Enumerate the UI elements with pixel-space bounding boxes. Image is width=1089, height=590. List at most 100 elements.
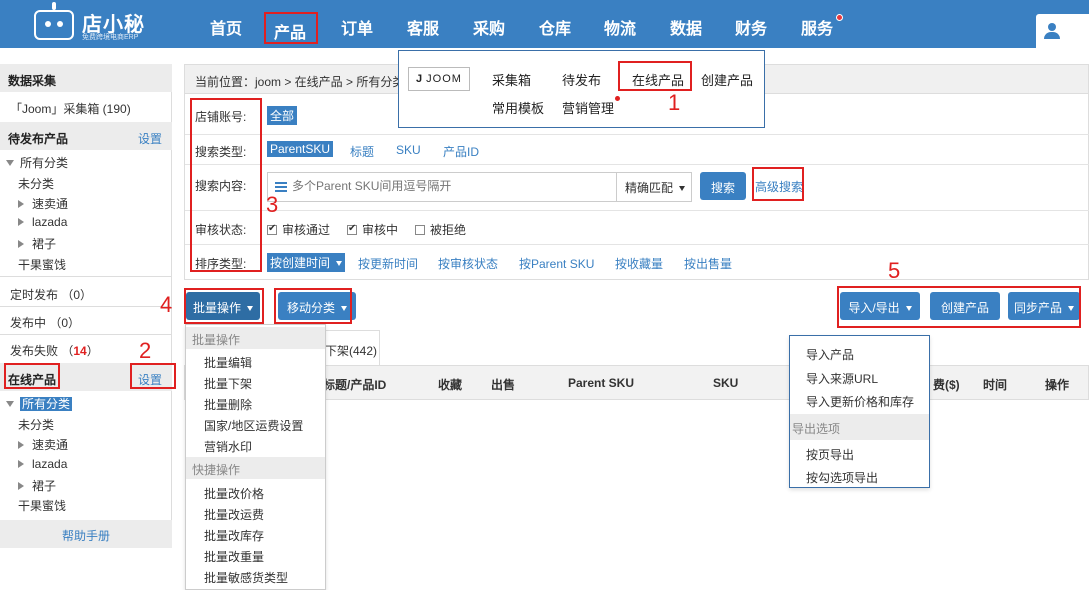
sort-by-sales[interactable]: 按出售量 <box>684 255 732 272</box>
sort-by-created[interactable]: 按创建时间 <box>267 253 346 272</box>
nav-finance[interactable]: 财务 <box>735 15 767 39</box>
menu-item-export-selected[interactable]: 按勾选项导出 <box>806 469 878 486</box>
store-option-all[interactable]: 全部 <box>267 106 298 125</box>
tree-item-aliexpress[interactable]: 速卖通 <box>18 436 190 453</box>
sidebar-item-joom-collect[interactable]: 「Joom」采集箱 (190) <box>10 100 182 117</box>
col-favorites[interactable]: 收藏 <box>438 376 462 393</box>
nav-logistics[interactable]: 物流 <box>604 15 636 39</box>
tree-item-aliexpress[interactable]: 速卖通 <box>18 195 190 212</box>
col-shipping[interactable]: 费($) <box>933 376 960 393</box>
tree-item-uncategorized[interactable]: 未分类 <box>18 416 190 433</box>
collapse-icon[interactable] <box>6 160 14 166</box>
col-sku[interactable]: SKU <box>713 376 738 390</box>
menu-item-batch-weight[interactable]: 批量改重量 <box>204 548 264 565</box>
match-mode-select[interactable]: 精确匹配 <box>616 172 693 202</box>
checkbox-checked-icon[interactable] <box>267 223 277 235</box>
move-category-button[interactable]: 移动分类 <box>278 292 356 320</box>
tree-item-lazada[interactable]: lazada <box>18 215 190 229</box>
expand-icon[interactable] <box>18 218 24 226</box>
nav-service[interactable]: 客服 <box>407 15 439 39</box>
search-type-sku[interactable]: SKU <box>396 143 421 157</box>
checkbox-checked-icon[interactable] <box>347 223 357 235</box>
sidebar-item-scheduled[interactable]: 定时发布 （0） <box>10 286 182 303</box>
sort-by-review[interactable]: 按审核状态 <box>438 255 498 272</box>
nav-orders[interactable]: 订单 <box>341 15 373 39</box>
expand-icon[interactable] <box>18 460 24 468</box>
platform-joom-button[interactable]: J JOOM <box>408 67 470 91</box>
online-settings-link[interactable]: 设置 <box>138 371 162 388</box>
nav-services[interactable]: 服务 <box>801 15 833 39</box>
checkbox-unchecked-icon[interactable] <box>415 225 425 235</box>
sidebar-header-pending: 待发布产品 设置 <box>0 122 172 150</box>
search-type-parentsku[interactable]: ParentSKU <box>267 141 334 157</box>
tree-item-uncategorized[interactable]: 未分类 <box>18 175 190 192</box>
expand-icon[interactable] <box>18 441 24 449</box>
review-approved-checkbox[interactable]: 审核通过 <box>267 221 330 238</box>
search-button[interactable]: 搜索 <box>700 172 746 200</box>
submenu-pending[interactable]: 待发布 <box>562 70 601 89</box>
collapse-icon[interactable] <box>6 401 14 407</box>
search-type-product-id[interactable]: 产品ID <box>443 143 479 160</box>
nav-warehouse[interactable]: 仓库 <box>539 15 571 39</box>
submenu-collect-box[interactable]: 采集箱 <box>492 70 531 89</box>
failed-label: 发布失败 （ <box>10 344 74 358</box>
sync-product-button[interactable]: 同步产品 <box>1008 292 1080 320</box>
submenu-create-product[interactable]: 创建产品 <box>701 70 753 89</box>
expand-icon[interactable] <box>18 482 24 490</box>
nav-home[interactable]: 首页 <box>210 15 242 39</box>
tree-item-skirts[interactable]: 裙子 <box>18 235 190 252</box>
sort-by-favorites[interactable]: 按收藏量 <box>615 255 663 272</box>
search-type-title[interactable]: 标题 <box>350 143 374 160</box>
expand-icon[interactable] <box>18 200 24 208</box>
submenu-marketing[interactable]: 营销管理 <box>562 98 614 117</box>
menu-item-batch-stock[interactable]: 批量改库存 <box>204 527 264 544</box>
sort-by-parentsku[interactable]: 按Parent SKU <box>519 255 594 272</box>
tree-item-all-online[interactable]: 所有分类 <box>6 395 178 412</box>
tree-label: 速卖通 <box>32 197 69 211</box>
advanced-search-link[interactable]: 高级搜索 <box>755 178 803 195</box>
user-menu[interactable] <box>1036 14 1089 48</box>
nav-data[interactable]: 数据 <box>670 15 702 39</box>
menu-item-shipping-settings[interactable]: 国家/地区运费设置 <box>204 417 303 434</box>
menu-item-batch-shipping[interactable]: 批量改运费 <box>204 506 264 523</box>
tree-label: lazada <box>32 215 68 229</box>
menu-item-batch-sensitive[interactable]: 批量敏感货类型 <box>204 569 288 586</box>
menu-item-watermark[interactable]: 营销水印 <box>204 438 252 455</box>
col-parent-sku[interactable]: Parent SKU <box>568 376 634 390</box>
menu-item-batch-edit[interactable]: 批量编辑 <box>204 354 252 371</box>
tree-item-skirts[interactable]: 裙子 <box>18 477 190 494</box>
menu-item-import-products[interactable]: 导入产品 <box>806 346 854 363</box>
sidebar-item-failed[interactable]: 发布失败 （14） <box>10 342 182 359</box>
col-sales[interactable]: 出售 <box>491 376 515 393</box>
pending-settings-link[interactable]: 设置 <box>138 130 162 147</box>
menu-item-import-url[interactable]: 导入来源URL <box>806 370 878 387</box>
menu-item-export-page[interactable]: 按页导出 <box>806 446 854 463</box>
review-rejected-checkbox[interactable]: 被拒绝 <box>415 221 466 238</box>
col-title[interactable]: 标题/产品ID <box>323 376 386 393</box>
batch-operations-button[interactable]: 批量操作 <box>186 292 260 320</box>
menu-item-batch-price[interactable]: 批量改价格 <box>204 485 264 502</box>
expand-icon[interactable] <box>18 240 24 248</box>
tree-item-all[interactable]: 所有分类 <box>6 154 178 171</box>
review-pending-checkbox[interactable]: 审核中 <box>347 221 398 238</box>
annotation-number-1: 1 <box>668 90 681 115</box>
import-export-button[interactable]: 导入/导出 <box>840 292 920 320</box>
brand-logo[interactable]: 店小秘 免费跨境电商ERP <box>34 2 184 42</box>
col-time[interactable]: 时间 <box>983 376 1007 393</box>
sort-by-updated[interactable]: 按更新时间 <box>358 255 418 272</box>
nav-products[interactable]: 产品 <box>274 19 306 43</box>
failed-count-badge: 14 <box>73 344 87 358</box>
sidebar-item-publishing[interactable]: 发布中 （0） <box>10 314 182 331</box>
create-product-button[interactable]: 创建产品 <box>930 292 1000 320</box>
tree-item-lazada[interactable]: lazada <box>18 457 190 471</box>
tree-item-dried-fruit[interactable]: 干果蜜饯 <box>18 497 190 514</box>
menu-item-import-price-stock[interactable]: 导入更新价格和库存 <box>806 393 914 410</box>
submenu-online-products[interactable]: 在线产品 <box>632 70 684 89</box>
nav-purchase[interactable]: 采购 <box>473 15 505 39</box>
help-manual-link[interactable]: 帮助手册 <box>0 520 172 548</box>
tree-item-dried-fruit[interactable]: 干果蜜饯 <box>18 256 190 273</box>
search-input[interactable] <box>292 179 612 193</box>
menu-item-batch-delist[interactable]: 批量下架 <box>204 375 252 392</box>
submenu-templates[interactable]: 常用模板 <box>492 98 544 117</box>
menu-item-batch-delete[interactable]: 批量删除 <box>204 396 252 413</box>
